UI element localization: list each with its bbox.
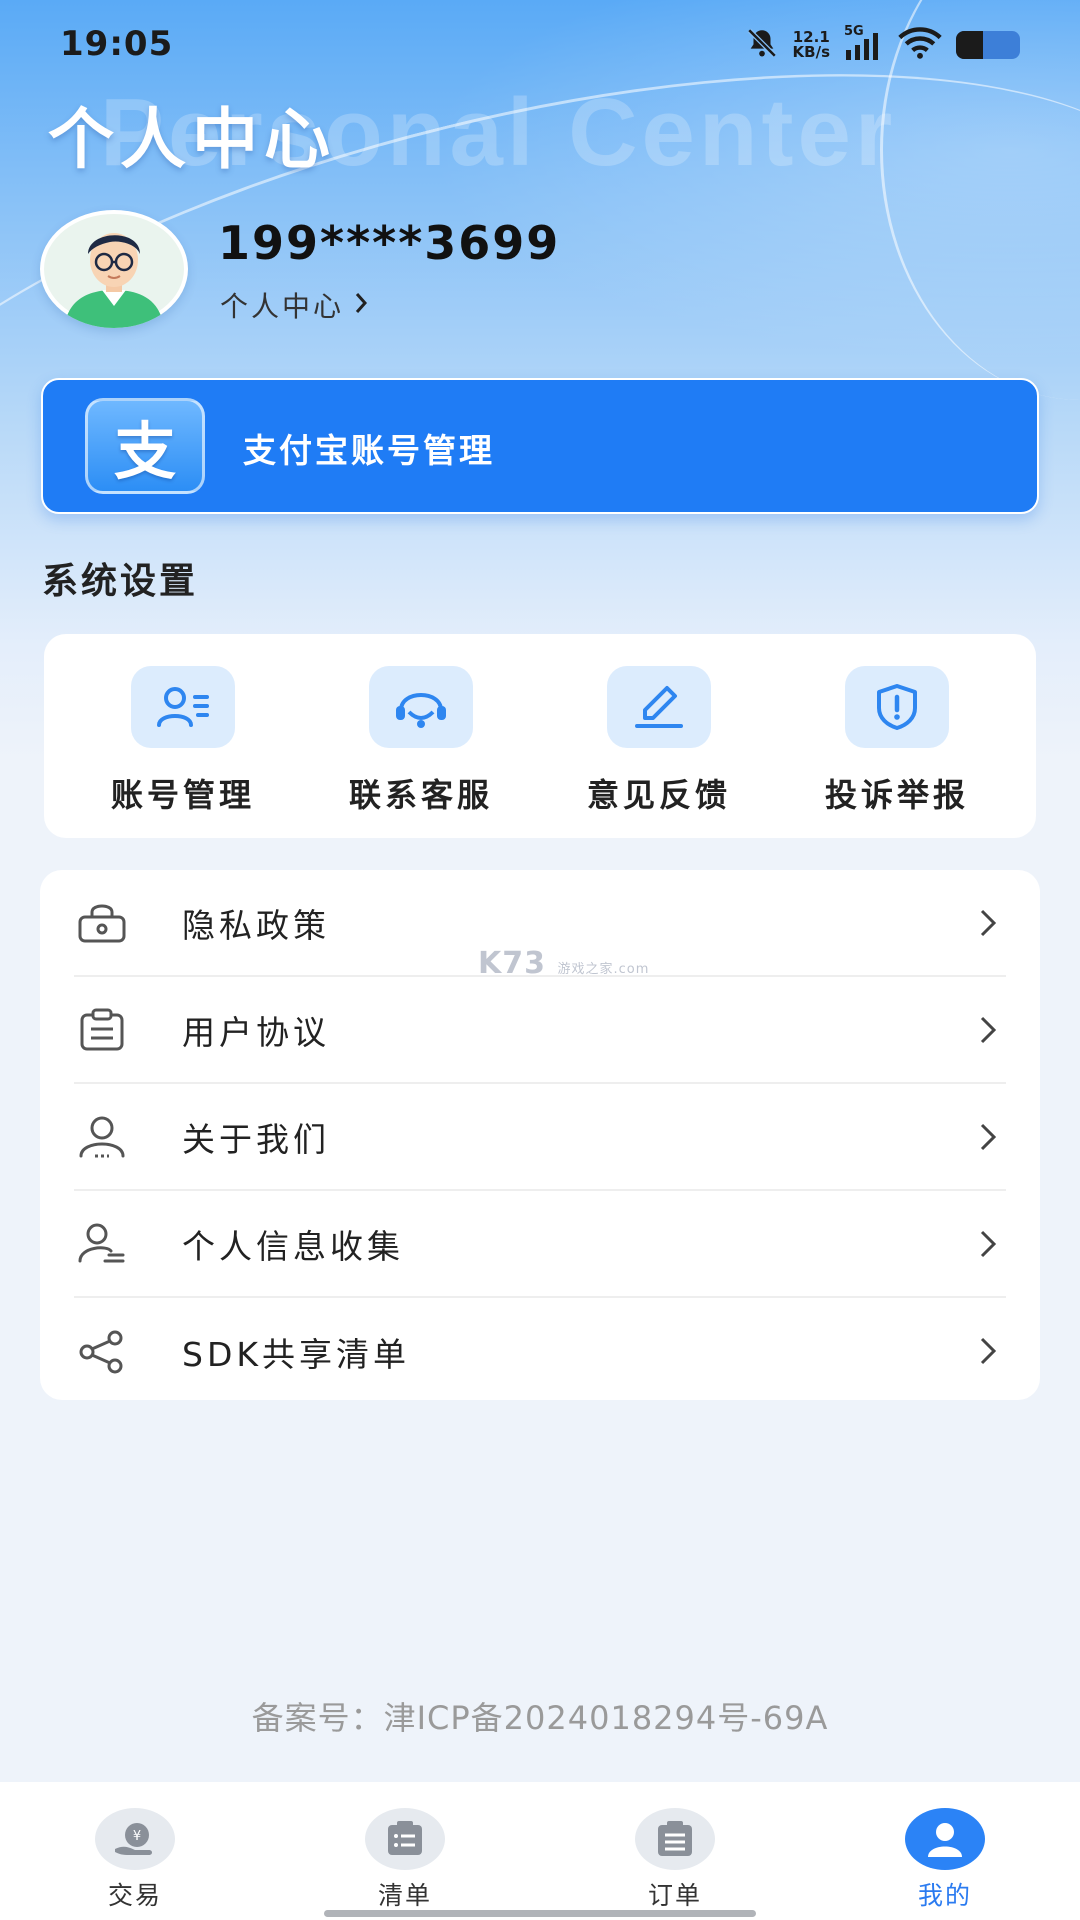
chevron-right-icon [980,1337,997,1365]
grid-label: 账号管理 [110,776,255,814]
page-title: 个人中心 [48,101,336,178]
profile-link-label: 个人中心 [220,290,345,323]
profile-icon [905,1808,985,1870]
list-item-label: 隐私政策 [182,905,330,945]
grid-label: 联系客服 [348,776,493,814]
list-item-personal-info[interactable]: 个人信息收集 [74,1191,1006,1298]
list-item-agreement[interactable]: 用户协议 [74,977,1006,1084]
status-time: 19:05 [60,24,174,64]
system-settings-grid: 账号管理 联系客服 意见反馈 投诉举报 [44,634,1036,838]
tab-list[interactable]: 清单 [270,1782,540,1920]
tab-label: 交易 [107,1881,162,1910]
shield-alert-icon [845,666,949,748]
grid-label: 意见反馈 [586,776,731,814]
grid-item-feedback[interactable]: 意见反馈 [559,634,759,838]
list-item-about[interactable]: 关于我们 [74,1084,1006,1191]
chevron-right-icon [352,289,370,322]
battery-icon [956,31,1020,59]
alipay-label: 支付宝账号管理 [243,431,495,470]
watermark-line2: .com [613,962,650,977]
chevron-right-icon [980,1123,997,1151]
avatar[interactable] [40,210,188,328]
status-bar: 19:05 12.1 KB/s 5G [0,0,1080,88]
svg-text:¥: ¥ [133,1829,141,1844]
headset-icon [369,666,473,748]
status-icons: 12.1 KB/s 5G [745,24,1020,64]
account-manage-icon [131,666,235,748]
grid-item-account[interactable]: 账号管理 [83,634,283,838]
grid-item-report[interactable]: 投诉举报 [797,634,997,838]
net-speed: 12.1 KB/s [793,30,830,60]
alipay-icon-glyph: 支 [113,415,176,488]
icp-record: 备案号：津ICP备2024018294号-69A [251,1699,829,1737]
chevron-right-icon [980,1230,997,1258]
bell-muted-icon [745,26,779,64]
tab-trade[interactable]: ¥ 交易 [0,1782,270,1920]
tab-order[interactable]: 订单 [540,1782,810,1920]
profile-link[interactable]: 个人中心 [220,285,370,325]
order-icon [635,1808,715,1870]
alipay-account-banner[interactable]: 支 支付宝账号管理 [41,378,1039,514]
wifi-icon [898,26,942,64]
site-watermark: K73 游戏之家.com [478,946,649,981]
trade-icon: ¥ [95,1808,175,1870]
list-icon [365,1808,445,1870]
tab-label: 我的 [917,1881,972,1910]
share-icon [74,1324,130,1380]
tab-label: 清单 [377,1881,432,1910]
alipay-icon: 支 [85,398,205,494]
list-item-label: 关于我们 [182,1119,330,1159]
chevron-right-icon [980,909,997,937]
tab-profile[interactable]: 我的 [810,1782,1080,1920]
pen-icon [607,666,711,748]
lock-icon [74,895,130,951]
grid-item-support[interactable]: 联系客服 [321,634,521,838]
user-info-icon [74,1216,130,1272]
list-item-label: 用户协议 [182,1012,330,1052]
home-indicator[interactable] [324,1910,756,1917]
list-item-sdk[interactable]: SDK共享清单 [74,1298,1006,1405]
bottom-tab-bar: ¥ 交易 清单 订单 我的 [0,1782,1080,1920]
user-group-icon [74,1109,130,1165]
watermark-brand: K73 [478,946,546,981]
signal-icon: 5G [844,24,884,62]
clipboard-icon [74,1002,130,1058]
list-item-label: SDK共享清单 [182,1334,410,1374]
user-phone: 199****3699 [218,216,561,270]
section-title: 系统设置 [42,561,199,602]
grid-label: 投诉举报 [824,776,969,814]
tab-label: 订单 [647,1881,702,1910]
net-speed-unit: KB/s [792,43,830,61]
list-item-label: 个人信息收集 [182,1226,404,1266]
watermark-line1: 游戏之家 [557,962,614,977]
chevron-right-icon [980,1016,997,1044]
